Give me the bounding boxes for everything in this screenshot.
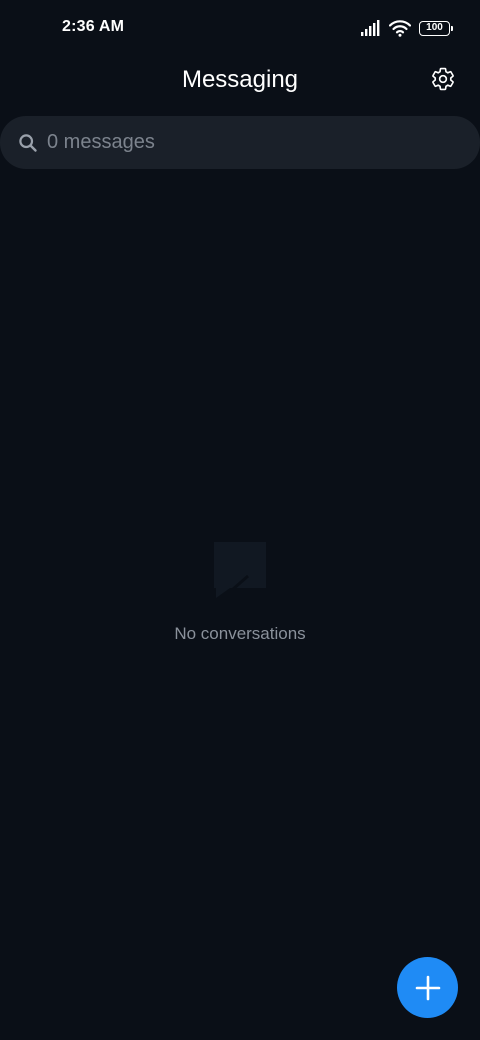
empty-state-message: No conversations: [174, 624, 306, 643]
search-input[interactable]: [47, 131, 427, 154]
status-icons: 100: [361, 18, 453, 38]
status-time: 2:36 AM: [62, 18, 125, 35]
signal-icon: [361, 20, 380, 36]
app-header: Messaging: [0, 56, 480, 106]
battery-icon: 100: [419, 20, 453, 36]
messaging-screen: 2:36 AM 100 Messaging 0 messages No conv…: [0, 0, 480, 1040]
gear-icon: [432, 67, 454, 91]
wifi-icon: [389, 20, 411, 37]
search-icon: [19, 133, 37, 152]
battery-level: 100: [426, 22, 443, 33]
status-bar: 2:36 AM 100: [0, 0, 480, 56]
settings-button[interactable]: [430, 66, 456, 92]
new-conversation-button[interactable]: [397, 957, 458, 1018]
search-bar[interactable]: [0, 116, 480, 169]
empty-state: No conversations: [0, 540, 480, 644]
page-title: Messaging: [181, 66, 299, 93]
empty-chat-icon: [214, 542, 266, 598]
plus-icon: [415, 975, 440, 1000]
